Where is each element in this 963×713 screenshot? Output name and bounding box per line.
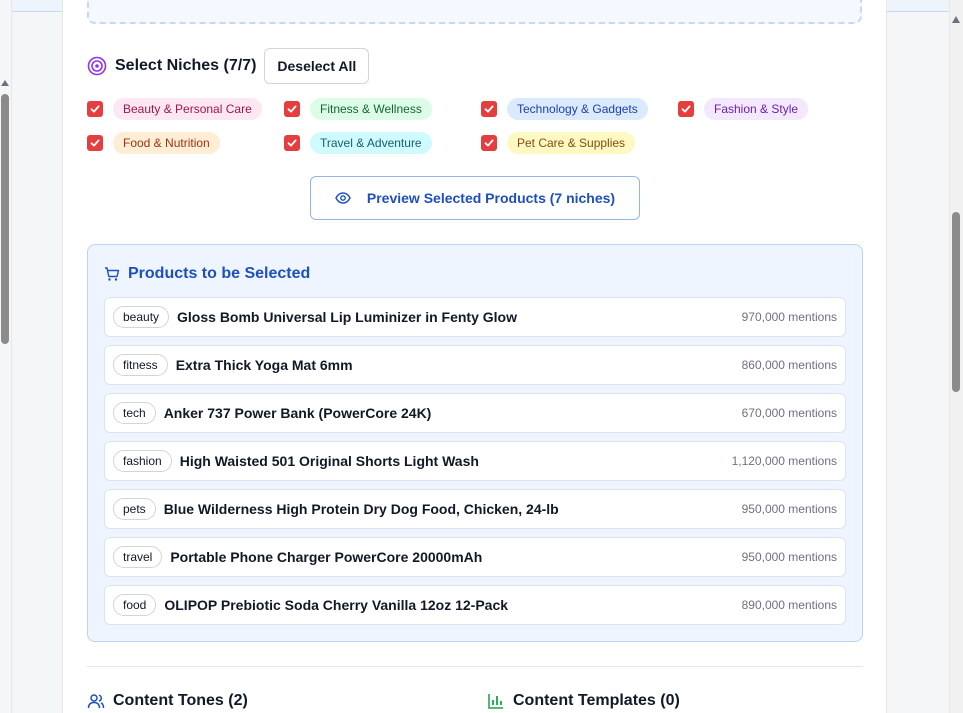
checkmark-icon bbox=[287, 139, 297, 147]
niche-option[interactable]: Fitness & Wellness bbox=[284, 98, 432, 120]
niche-checkbox[interactable] bbox=[481, 101, 497, 117]
product-name: OLIPOP Prebiotic Soda Cherry Vanilla 12o… bbox=[164, 597, 509, 613]
content-templates-title: Content Templates (0) bbox=[513, 692, 680, 709]
eye-icon bbox=[335, 192, 351, 204]
niche-option[interactable]: Travel & Adventure bbox=[284, 132, 432, 154]
product-row[interactable]: tech Anker 737 Power Bank (PowerCore 24K)… bbox=[104, 393, 846, 433]
niche-tag: fashion bbox=[113, 450, 172, 472]
niche-option[interactable]: Beauty & Personal Care bbox=[87, 98, 262, 120]
product-name: Extra Thick Yoga Mat 6mm bbox=[175, 357, 353, 373]
product-row[interactable]: beauty Gloss Bomb Universal Lip Luminizer… bbox=[104, 297, 846, 337]
niche-option[interactable]: Technology & Gadgets bbox=[481, 98, 648, 120]
left-scrollbar[interactable] bbox=[0, 0, 12, 713]
mention-count: 890,000 mentions bbox=[741, 598, 837, 612]
mention-count: 670,000 mentions bbox=[741, 406, 837, 420]
mention-count: 970,000 mentions bbox=[741, 310, 837, 324]
checkmark-icon bbox=[90, 105, 100, 113]
section-divider bbox=[87, 666, 863, 667]
niche-tag: pets bbox=[113, 498, 156, 520]
users-icon bbox=[87, 694, 105, 709]
scroll-up-arrow-icon[interactable] bbox=[952, 16, 960, 23]
niche-tag: tech bbox=[113, 402, 156, 424]
niche-label: Fitness & Wellness bbox=[310, 98, 432, 120]
preview-button-label: Preview Selected Products (7 niches) bbox=[366, 190, 616, 206]
products-panel: Products to be Selected beauty Gloss Bomb… bbox=[87, 244, 863, 642]
product-name: Gloss Bomb Universal Lip Luminizer in Fe… bbox=[177, 309, 517, 325]
niches-header: Select Niches (7/7) Deselect All bbox=[87, 48, 370, 84]
niche-checkbox[interactable] bbox=[284, 135, 300, 151]
content-tones-title: Content Tones (2) bbox=[113, 692, 248, 709]
mention-count: 950,000 mentions bbox=[741, 502, 837, 516]
niche-tag: travel bbox=[113, 546, 163, 568]
left-scroll-thumb[interactable] bbox=[1, 94, 9, 344]
shopping-cart-icon bbox=[105, 267, 120, 281]
upload-dropzone[interactable] bbox=[87, 0, 862, 24]
checkmark-icon bbox=[484, 139, 494, 147]
product-name: Anker 737 Power Bank (PowerCore 24K) bbox=[163, 405, 432, 421]
niche-label: Beauty & Personal Care bbox=[113, 98, 262, 120]
page: Select Niches (7/7) Deselect All Beauty … bbox=[0, 0, 963, 713]
niche-label: Fashion & Style bbox=[704, 98, 809, 120]
product-name: High Waisted 501 Original Shorts Light W… bbox=[179, 453, 479, 469]
mention-count: 950,000 mentions bbox=[741, 550, 837, 564]
checkmark-icon bbox=[681, 105, 691, 113]
product-name: Blue Wilderness High Protein Dry Dog Foo… bbox=[163, 501, 559, 517]
scroll-up-arrow-icon[interactable] bbox=[1, 80, 9, 86]
product-row[interactable]: food OLIPOP Prebiotic Soda Cherry Vanilla… bbox=[104, 585, 846, 625]
preview-selected-products-button[interactable]: Preview Selected Products (7 niches) bbox=[310, 176, 640, 220]
niche-option[interactable]: Food & Nutrition bbox=[87, 132, 220, 154]
mention-count: 1,120,000 mentions bbox=[731, 454, 837, 468]
right-scrollbar[interactable] bbox=[949, 0, 963, 713]
deselect-all-button[interactable]: Deselect All bbox=[264, 48, 370, 84]
niche-tag: beauty bbox=[113, 306, 170, 328]
niche-checkbox[interactable] bbox=[87, 135, 103, 151]
product-row[interactable]: fitness Extra Thick Yoga Mat 6mm 860,000 m… bbox=[104, 345, 846, 385]
niche-label: Technology & Gadgets bbox=[507, 98, 648, 120]
niche-checkbox[interactable] bbox=[87, 101, 103, 117]
niche-checkbox[interactable] bbox=[678, 101, 694, 117]
niche-label: Pet Care & Supplies bbox=[507, 132, 636, 154]
target-icon bbox=[87, 56, 107, 76]
checkmark-icon bbox=[287, 105, 297, 113]
products-header: Products to be Selected bbox=[104, 265, 310, 283]
products-title: Products to be Selected bbox=[128, 265, 311, 282]
checkmark-icon bbox=[90, 139, 100, 147]
main-card: Select Niches (7/7) Deselect All Beauty … bbox=[62, 0, 887, 713]
niche-checkbox[interactable] bbox=[284, 101, 300, 117]
product-row[interactable]: travel Portable Phone Charger PowerCore 2… bbox=[104, 537, 846, 577]
checkmark-icon bbox=[484, 105, 494, 113]
niche-option[interactable]: Pet Care & Supplies bbox=[481, 132, 636, 154]
product-row[interactable]: fashion High Waisted 501 Original Shorts … bbox=[104, 441, 846, 481]
niche-tag: food bbox=[113, 594, 157, 616]
right-scroll-thumb[interactable] bbox=[952, 212, 960, 392]
niche-checkbox[interactable] bbox=[481, 135, 497, 151]
product-row[interactable]: pets Blue Wilderness High Protein Dry Dog… bbox=[104, 489, 846, 529]
content-tones-header: Content Tones (2) bbox=[87, 692, 248, 710]
niche-label: Food & Nutrition bbox=[113, 132, 220, 154]
product-name: Portable Phone Charger PowerCore 20000mA… bbox=[170, 549, 483, 565]
content-templates-header: Content Templates (0) bbox=[487, 692, 680, 710]
niches-title: Select Niches (7/7) bbox=[115, 57, 257, 74]
niche-option[interactable]: Fashion & Style bbox=[678, 98, 809, 120]
niche-tag: fitness bbox=[113, 354, 168, 376]
mention-count: 860,000 mentions bbox=[741, 358, 837, 372]
niche-label: Travel & Adventure bbox=[310, 132, 432, 154]
bar-chart-icon bbox=[488, 694, 503, 709]
